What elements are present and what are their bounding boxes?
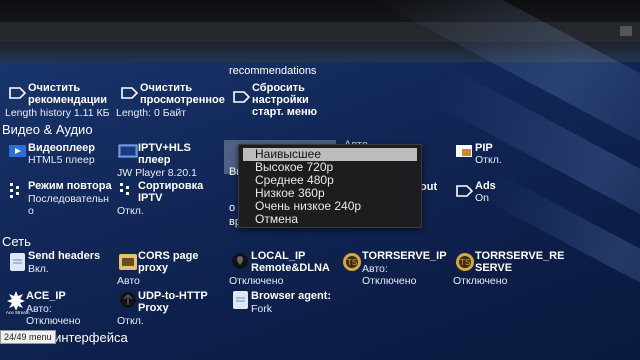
iptv-sort-item[interactable]: Сортировка IPTV Откл. (117, 180, 228, 217)
sort-icon (120, 183, 129, 195)
item-sub: Отключено (453, 275, 508, 287)
popup-option-cancel[interactable]: Отмена (243, 213, 417, 226)
ads-item[interactable]: Ads On (455, 180, 535, 208)
torrserve-reserve-item[interactable]: TS TORRSERVE_RE SERVE Отключено (453, 250, 575, 287)
item-sub: Авто: Отключено (362, 263, 417, 287)
item-title: Сбросить настройки старт. меню (252, 82, 318, 118)
location-pin-icon (232, 253, 248, 269)
document-icon (10, 253, 25, 271)
item-title: ACE_IP (26, 290, 66, 302)
page-indicator: 24/49 menu (0, 330, 56, 344)
item-title: TORRSERVE_RE SERVE (475, 250, 565, 274)
repeat-mode-item[interactable]: Режим повтора Последовательн о (8, 180, 116, 217)
video-player-item[interactable]: Видеоплеер HTML5 плеер (8, 142, 116, 170)
item-title: TORRSERVE_IP (362, 250, 447, 262)
item-sub: Авто: Отключено (26, 303, 81, 327)
ace-ip-item[interactable]: Ace Stream ACE_IP Авто: Отключено (6, 290, 116, 327)
quality-popup-menu: Наивысшее Высокое 720p Среднее 480p Низк… (238, 144, 422, 228)
item-sub: On (475, 192, 490, 204)
item-title: PIP (475, 142, 493, 154)
repeat-icon (10, 183, 19, 198)
hidden-label: о (229, 202, 236, 214)
udp-proxy-item[interactable]: UDP-to-HTTP Proxy Откл. (117, 290, 228, 327)
item-title: Видеоплеер (28, 142, 95, 154)
section-video-audio: Видео & Аудио (2, 122, 93, 137)
item-title: IPTV+HLS плеер (138, 142, 191, 166)
item-title: Очистить просмотренное (140, 82, 225, 106)
tag-icon (9, 87, 27, 99)
item-sub: Отключено (229, 275, 284, 287)
torrserve-ip-item[interactable]: TS TORRSERVE_IP Авто: Отключено (342, 250, 454, 287)
torrserve-icon: TS (343, 253, 361, 271)
send-headers-item[interactable]: Send headers Вкл. (8, 250, 116, 278)
browser-agent-item[interactable]: Browser agent: Fork (231, 290, 343, 320)
top-cut-text: recommendations (229, 65, 317, 77)
item-sub: Fork (251, 303, 272, 315)
clear-recommendations-item[interactable]: Очистить рекомендации Length history 1.1… (5, 82, 118, 119)
item-sub: Вкл. (28, 263, 49, 275)
item-sub: Авто (117, 275, 140, 287)
item-sub: Последовательн о (28, 193, 109, 217)
item-sub: Length: 0 Байт (116, 107, 187, 119)
svg-text:TS: TS (347, 258, 357, 267)
screen: recommendations Очистить рекомендации Le… (0, 0, 640, 360)
item-title: UDP-to-HTTP Proxy (138, 290, 208, 314)
tag-icon (121, 87, 139, 99)
item-sub: Length history 1.11 КБ (5, 107, 110, 119)
item-title: Сортировка IPTV (138, 180, 204, 204)
iptv-player-item[interactable]: IPTV+HLS плеер JW Player 8.20.1 (117, 142, 228, 179)
ace-stream-icon (7, 291, 25, 310)
video-player-icon (9, 145, 26, 157)
clear-watched-item[interactable]: Очистить просмотренное Length: 0 Байт (116, 82, 230, 119)
item-title: LOCAL_IP Remote&DLNA (251, 250, 330, 274)
tv-icon (118, 144, 138, 158)
item-title: Режим повтора (28, 180, 112, 192)
item-title: Send headers (28, 250, 101, 262)
tag-icon (233, 91, 251, 103)
tag-icon (456, 185, 474, 197)
proxy-icon (119, 254, 137, 270)
item-sub: JW Player 8.20.1 (117, 167, 197, 179)
item-title: CORS page proxy (138, 250, 199, 274)
item-sub: Откл. (475, 154, 502, 166)
item-title: Очистить рекомендации (28, 82, 108, 106)
svg-text:TS: TS (460, 258, 470, 267)
torrserve-icon: TS (456, 253, 474, 271)
section-network: Сеть (2, 234, 31, 249)
pip-item[interactable]: PIP Откл. (455, 142, 535, 170)
reset-start-menu-item[interactable]: Сбросить настройки старт. меню (232, 82, 342, 122)
udp-proxy-icon (120, 292, 136, 308)
cors-proxy-item[interactable]: CORS page proxy Авто (117, 250, 228, 287)
item-title: Ads (475, 180, 496, 192)
pip-icon (456, 145, 472, 157)
item-sub: Откл. (117, 315, 144, 327)
item-sub: HTML5 плеер (28, 154, 95, 166)
item-title: Browser agent: (251, 290, 332, 302)
top-right-indicator (620, 26, 632, 36)
local-ip-item[interactable]: LOCAL_IP Remote&DLNA Отключено (229, 250, 343, 287)
hidden-label: out (420, 181, 438, 193)
item-sub: Откл. (117, 205, 144, 217)
document-icon (233, 291, 248, 309)
